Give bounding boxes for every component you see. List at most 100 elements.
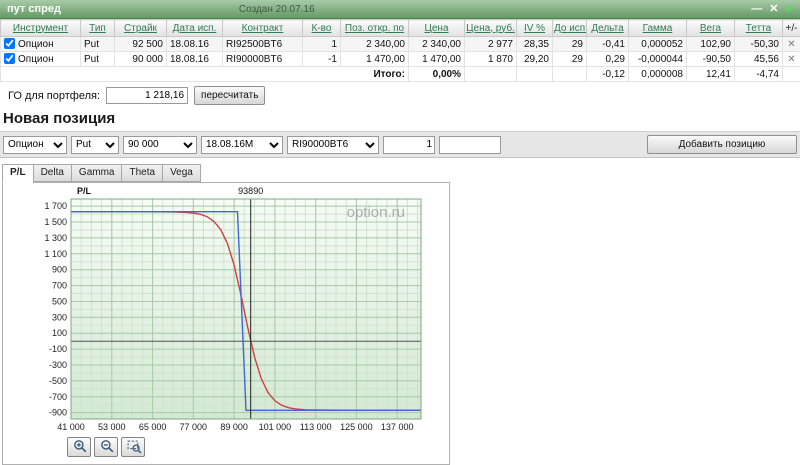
- col-header-theta[interactable]: Тетта: [735, 20, 783, 37]
- cell-pos_open: 1 470,00: [341, 52, 409, 67]
- cell-vega: -90,50: [687, 52, 735, 67]
- new-position-instrument-select[interactable]: Опцион: [3, 136, 67, 154]
- window-controls: — ✕ +: [751, 0, 800, 18]
- cell-theta: -50,30: [735, 37, 783, 52]
- svg-text:-900: -900: [49, 408, 67, 418]
- new-position-heading: Новая позиция: [3, 110, 800, 127]
- cell-theta: 45,56: [735, 52, 783, 67]
- cell-gamma: -0,000044: [629, 52, 687, 67]
- new-position-expiry-select[interactable]: 18.08.16M: [201, 136, 283, 154]
- positions-body: ОпционPut92 50018.08.16RI92500BT612 340,…: [1, 37, 800, 67]
- svg-text:53 000: 53 000: [98, 422, 126, 432]
- totals-row: Итого: 0,00% -0,12 0,000008 12,41 -4,74: [1, 67, 800, 82]
- svg-text:1 300: 1 300: [44, 233, 67, 243]
- cell-type: Put: [81, 52, 115, 67]
- cell-price_rub: 1 870: [465, 52, 517, 67]
- new-position-strike-select[interactable]: 90 000: [123, 136, 197, 154]
- col-header-vega[interactable]: Вега: [687, 20, 735, 37]
- col-header-contract[interactable]: Контракт: [223, 20, 303, 37]
- recalculate-button[interactable]: пересчитать: [194, 86, 265, 105]
- tab-vega[interactable]: Vega: [162, 164, 201, 182]
- cell-contract: RI92500BT6: [223, 37, 303, 52]
- col-header-iv[interactable]: IV %: [517, 20, 553, 37]
- add-window-icon[interactable]: +: [785, 0, 793, 18]
- col-header-plus-minus[interactable]: +/-: [783, 20, 800, 37]
- table-row: ОпционPut90 00018.08.16RI90000BT6-11 470…: [1, 52, 800, 67]
- cell-price_rub: 2 977: [465, 37, 517, 52]
- svg-text:100: 100: [52, 328, 67, 338]
- totals-label: Итого:: [1, 67, 409, 82]
- new-position-selects: ОпционPut90 00018.08.16MRI90000BT6: [3, 136, 379, 154]
- cell-iv: 29,20: [517, 52, 553, 67]
- svg-text:-500: -500: [49, 376, 67, 386]
- cell-days: 29: [553, 52, 587, 67]
- close-icon[interactable]: ✕: [769, 0, 778, 18]
- delete-row-icon[interactable]: ✕: [783, 52, 800, 67]
- positions-table: Инструмент Тип Страйк Дата исп. Контракт…: [0, 19, 800, 82]
- col-header-days[interactable]: До исп.: [553, 20, 587, 37]
- svg-text:1 700: 1 700: [44, 201, 67, 211]
- quantity-input[interactable]: [383, 136, 435, 154]
- instrument-label: Опцион: [18, 54, 54, 65]
- window-created-label: Создан 20.07.16: [239, 4, 315, 15]
- tab-gamma[interactable]: Gamma: [71, 164, 122, 182]
- cell-qty: 1: [303, 37, 341, 52]
- delete-row-icon[interactable]: ✕: [783, 37, 800, 52]
- col-header-instrument[interactable]: Инструмент: [1, 20, 81, 37]
- cell-expiry: 18.08.16: [167, 52, 223, 67]
- minimize-icon[interactable]: —: [751, 0, 762, 18]
- col-header-type[interactable]: Тип: [81, 20, 115, 37]
- window-titlebar: пут спред Создан 20.07.16 — ✕ +: [0, 0, 800, 19]
- svg-text:-700: -700: [49, 392, 67, 402]
- option-position-window: пут спред Создан 20.07.16 — ✕ + Инструме…: [0, 0, 800, 465]
- svg-text:101 000: 101 000: [259, 422, 292, 432]
- window-title: пут спред: [0, 3, 61, 15]
- svg-text:-300: -300: [49, 360, 67, 370]
- zoom-window-button[interactable]: [121, 437, 145, 457]
- svg-text:1 500: 1 500: [44, 217, 67, 227]
- svg-text:89 000: 89 000: [220, 422, 248, 432]
- totals-gamma: 0,000008: [629, 67, 687, 82]
- svg-text:137 000: 137 000: [381, 422, 414, 432]
- tab-pl[interactable]: P/L: [2, 164, 33, 183]
- cell-type: Put: [81, 37, 115, 52]
- zoom-controls: [67, 437, 145, 457]
- col-header-price[interactable]: Цена: [409, 20, 465, 37]
- table-row: ОпционPut92 50018.08.16RI92500BT612 340,…: [1, 37, 800, 52]
- col-header-qty[interactable]: К-во: [303, 20, 341, 37]
- portfolio-go-value[interactable]: [106, 87, 188, 104]
- col-header-pos-open[interactable]: Поз. откр. по: [341, 20, 409, 37]
- portfolio-go-label: ГО для портфеля:: [8, 90, 100, 102]
- col-header-delta[interactable]: Дельта: [587, 20, 629, 37]
- tab-theta[interactable]: Theta: [121, 164, 162, 182]
- svg-text:1 100: 1 100: [44, 249, 67, 259]
- tab-delta[interactable]: Delta: [33, 164, 71, 182]
- cell-contract: RI90000BT6: [223, 52, 303, 67]
- col-header-gamma[interactable]: Гамма: [629, 20, 687, 37]
- svg-text:125 000: 125 000: [340, 422, 373, 432]
- cell-pos_open: 2 340,00: [341, 37, 409, 52]
- svg-text:77 000: 77 000: [180, 422, 208, 432]
- totals-delta: -0,12: [587, 67, 629, 82]
- zoom-in-button[interactable]: [67, 437, 91, 457]
- cell-delta: 0,29: [587, 52, 629, 67]
- col-header-price-rub[interactable]: Цена, руб.: [465, 20, 517, 37]
- cell-iv: 28,35: [517, 37, 553, 52]
- zoom-window-icon: [127, 439, 142, 454]
- row-checkbox[interactable]: [4, 38, 15, 49]
- svg-text:option.ru: option.ru: [347, 204, 405, 221]
- extra-input[interactable]: [439, 136, 501, 154]
- svg-text:P/L: P/L: [77, 186, 92, 196]
- col-header-expiry[interactable]: Дата исп.: [167, 20, 223, 37]
- new-position-contract-select[interactable]: RI90000BT6: [287, 136, 379, 154]
- cell-vega: 102,90: [687, 37, 735, 52]
- table-header-row: Инструмент Тип Страйк Дата исп. Контракт…: [1, 20, 800, 37]
- col-header-strike[interactable]: Страйк: [115, 20, 167, 37]
- row-checkbox[interactable]: [4, 53, 15, 64]
- pl-chart: option.ru938901 7001 5001 3001 100900700…: [7, 185, 449, 435]
- new-position-type-select[interactable]: Put: [71, 136, 119, 154]
- zoom-out-button[interactable]: [94, 437, 118, 457]
- cell-instrument: Опцион: [1, 52, 81, 67]
- add-position-button[interactable]: Добавить позицию: [647, 135, 797, 154]
- zoom-out-icon: [100, 439, 115, 454]
